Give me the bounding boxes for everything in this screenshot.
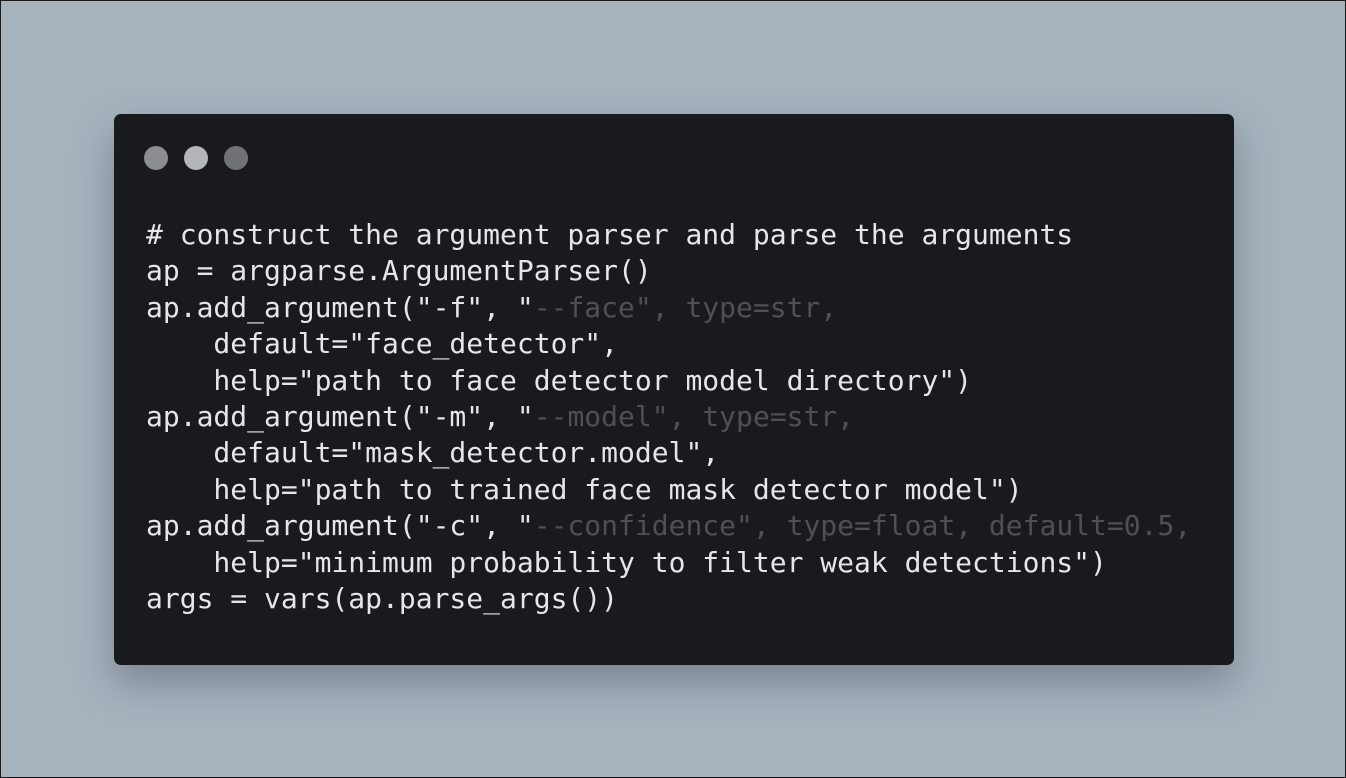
- code-line: args = vars(ap.parse_args()): [146, 581, 1191, 617]
- code-token-dim: --model", type=str,: [533, 399, 855, 433]
- code-token: ap = argparse.ArgumentParser(): [146, 254, 652, 288]
- minimize-dot-icon[interactable]: [184, 146, 208, 170]
- code-window: # construct the argument parser and pars…: [114, 114, 1234, 665]
- code-line: default="mask_detector.model",: [146, 435, 1191, 471]
- code-line: help="minimum probability to filter weak…: [146, 545, 1191, 581]
- code-token-dim: --face", type=str,: [533, 290, 838, 324]
- code-token-dim: --confidence", type=float, default=0.5,: [533, 509, 1192, 543]
- code-line: ap = argparse.ArgumentParser(): [146, 253, 1191, 289]
- code-token: default="mask_detector.model",: [146, 436, 720, 470]
- code-token: help="path to trained face mask detector…: [146, 472, 1023, 506]
- code-token: ap.add_argument("-m", ": [146, 399, 534, 433]
- code-block: # construct the argument parser and pars…: [146, 217, 1191, 617]
- code-comment: # construct the argument parser and pars…: [146, 218, 1074, 251]
- code-token: ap.add_argument("-f", ": [146, 290, 534, 324]
- close-dot-icon[interactable]: [144, 146, 168, 170]
- code-token: args = vars(ap.parse_args()): [146, 581, 619, 615]
- code-line: ap.add_argument("-c", "--confidence", ty…: [146, 508, 1191, 544]
- code-token: ap.add_argument("-c", ": [146, 509, 534, 543]
- code-line: ap.add_argument("-f", "--face", type=str…: [146, 290, 1191, 326]
- code-line: # construct the argument parser and pars…: [146, 217, 1191, 253]
- code-line: ap.add_argument("-m", "--model", type=st…: [146, 399, 1191, 435]
- maximize-dot-icon[interactable]: [224, 146, 248, 170]
- window-controls: [144, 146, 248, 170]
- code-token: default="face_detector",: [146, 327, 619, 361]
- code-token: help="path to face detector model direct…: [146, 363, 973, 397]
- code-line: help="path to face detector model direct…: [146, 363, 1191, 399]
- code-token: help="minimum probability to filter weak…: [146, 545, 1107, 579]
- code-line: default="face_detector",: [146, 326, 1191, 362]
- code-line: help="path to trained face mask detector…: [146, 472, 1191, 508]
